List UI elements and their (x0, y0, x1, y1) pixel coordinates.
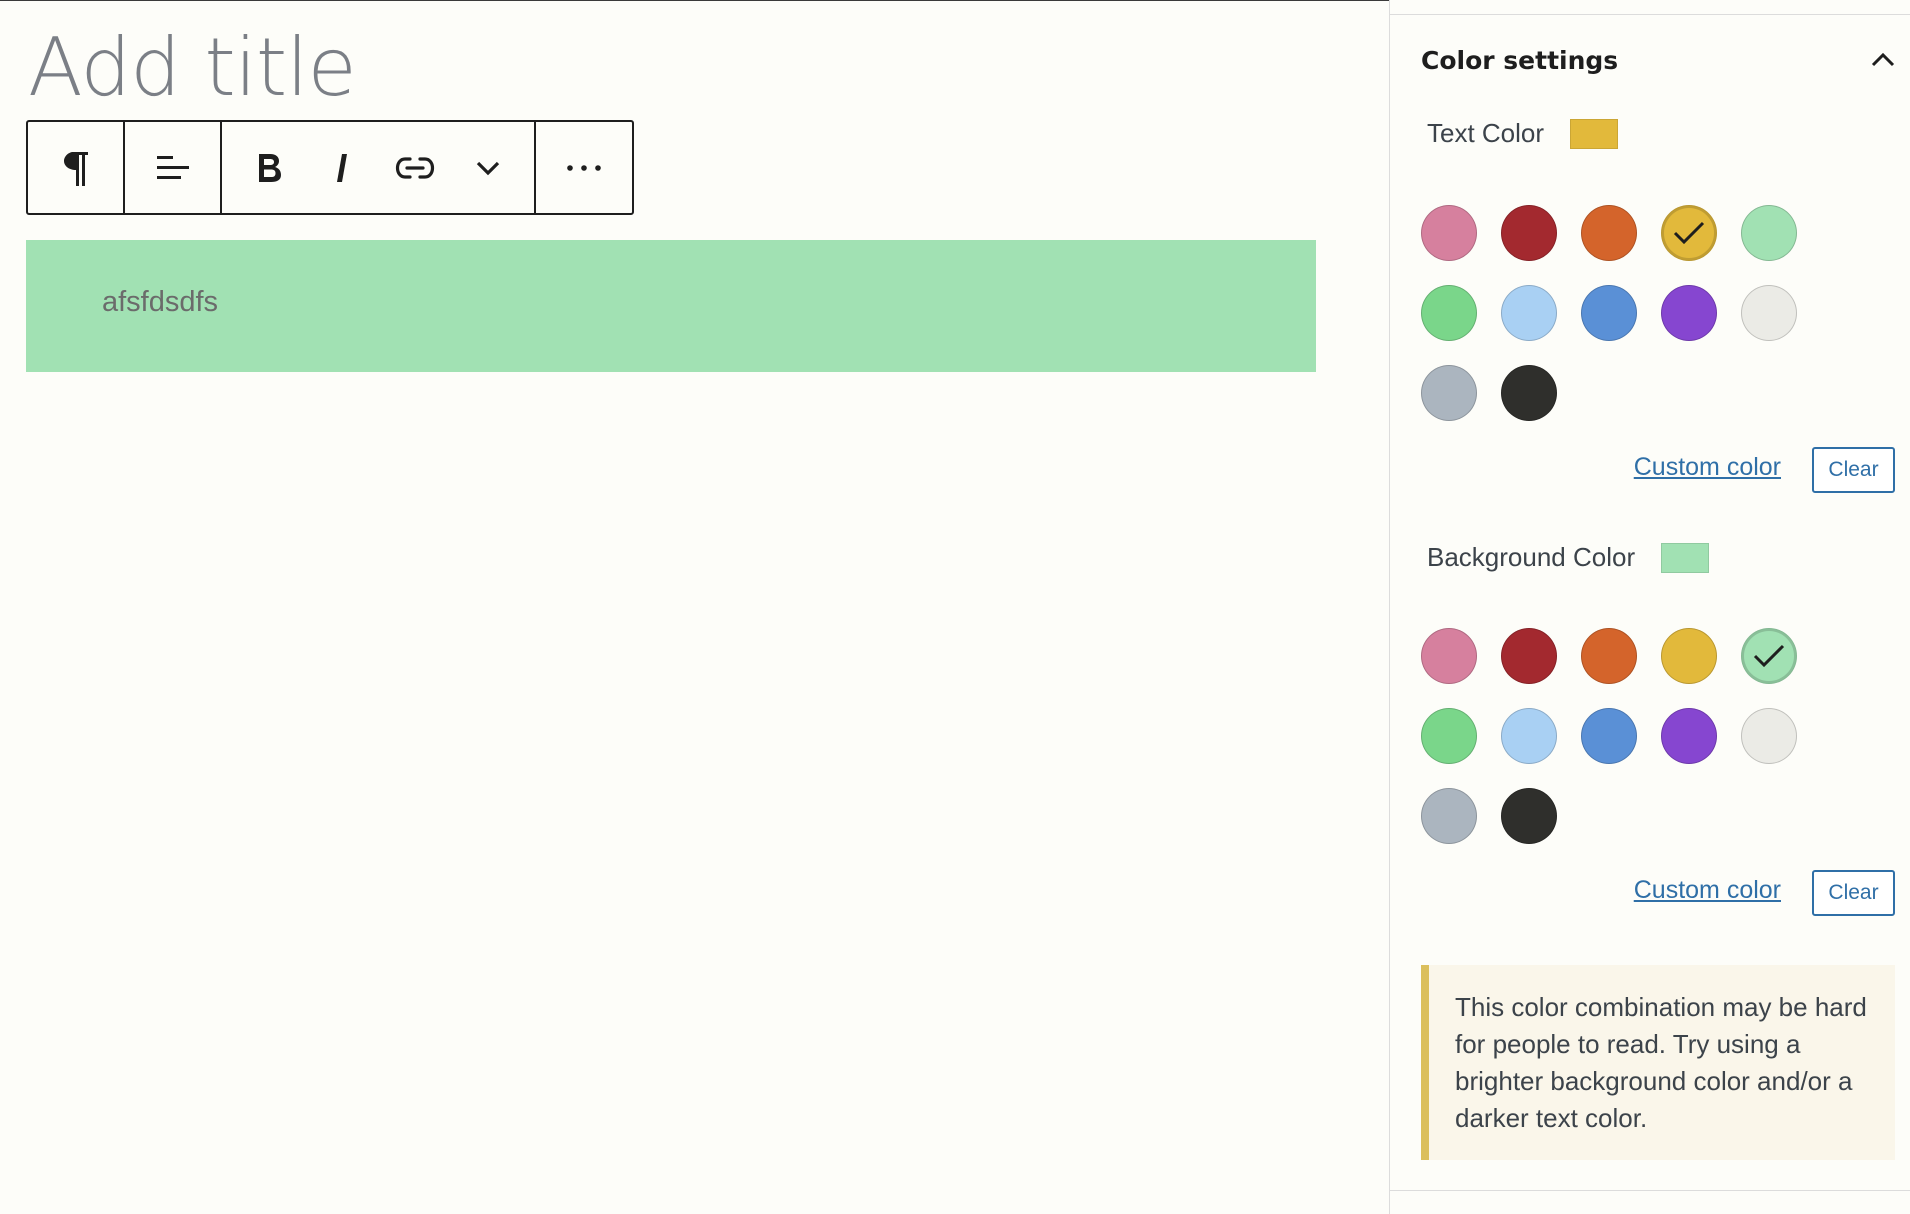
text-color-actions: Custom color Clear (1390, 447, 1910, 495)
pilcrow-icon (63, 151, 88, 186)
block-type-group (28, 122, 126, 213)
bold-button[interactable] (232, 122, 305, 213)
text-color-swatch[interactable] (1421, 365, 1477, 421)
paragraph-text[interactable]: afsfdsdfs (102, 286, 218, 319)
color-settings-title[interactable]: Color settings (1421, 46, 1618, 75)
settings-sidebar: Color settings Text Color Custom color C… (1389, 0, 1910, 1214)
text-color-swatch[interactable] (1421, 285, 1477, 341)
background-color-swatch[interactable] (1661, 708, 1717, 764)
align-group (125, 122, 223, 213)
ellipsis-icon (567, 164, 601, 171)
bold-icon (258, 153, 281, 182)
background-color-indicator (1661, 542, 1710, 573)
background-color-swatch[interactable] (1421, 708, 1477, 764)
text-color-swatch[interactable] (1501, 365, 1557, 421)
more-formats-button[interactable] (451, 122, 524, 213)
more-options-button[interactable] (547, 122, 620, 213)
text-clear-button[interactable]: Clear (1812, 447, 1895, 493)
options-group (536, 122, 632, 213)
background-color-label-row: Background Color (1427, 542, 1710, 573)
text-color-swatch[interactable] (1741, 285, 1797, 341)
paragraph-block[interactable]: afsfdsdfs (26, 240, 1316, 372)
link-icon (395, 156, 434, 179)
background-custom-color-link[interactable]: Custom color (1634, 876, 1781, 905)
background-color-swatch[interactable] (1741, 628, 1797, 684)
panel-divider-bottom (1390, 1190, 1910, 1191)
align-left-icon (156, 155, 189, 179)
text-color-swatch[interactable] (1501, 285, 1557, 341)
background-color-swatch[interactable] (1741, 708, 1797, 764)
background-color-swatch[interactable] (1661, 628, 1717, 684)
text-color-swatch[interactable] (1421, 205, 1477, 261)
text-color-swatch[interactable] (1501, 205, 1557, 261)
background-color-swatch[interactable] (1421, 628, 1477, 684)
paragraph-block-button[interactable] (39, 122, 112, 213)
checkmark-icon (1673, 221, 1705, 245)
link-button[interactable] (378, 122, 451, 213)
text-color-label-row: Text Color (1427, 118, 1619, 149)
text-color-swatch[interactable] (1581, 285, 1637, 341)
post-title-input[interactable]: Add title (28, 18, 357, 118)
chevron-down-icon (476, 161, 499, 175)
italic-button[interactable] (305, 122, 378, 213)
background-color-swatch[interactable] (1581, 708, 1637, 764)
text-color-label: Text Color (1427, 118, 1545, 148)
background-clear-button[interactable]: Clear (1812, 870, 1895, 916)
format-group (222, 122, 536, 213)
background-color-swatch[interactable] (1501, 788, 1557, 844)
panel-divider (1390, 14, 1910, 15)
italic-icon (336, 153, 347, 182)
checkmark-icon (1753, 644, 1785, 668)
background-color-swatch[interactable] (1421, 788, 1477, 844)
panel-collapse-button[interactable] (1868, 45, 1898, 75)
text-color-swatch[interactable] (1581, 205, 1637, 261)
background-color-swatch[interactable] (1501, 628, 1557, 684)
contrast-warning-notice: This color combination may be hard for p… (1421, 965, 1895, 1160)
chevron-up-icon (1871, 52, 1895, 67)
background-color-actions: Custom color Clear (1390, 870, 1910, 918)
contrast-warning-text: This color combination may be hard for p… (1455, 992, 1867, 1133)
editor-canvas: Add title afsfdsdfs (0, 0, 1389, 1214)
text-custom-color-link[interactable]: Custom color (1634, 453, 1781, 482)
text-color-swatch[interactable] (1741, 205, 1797, 261)
align-button[interactable] (136, 122, 209, 213)
background-color-label: Background Color (1427, 542, 1636, 572)
background-color-swatch[interactable] (1501, 708, 1557, 764)
text-color-swatch[interactable] (1661, 285, 1717, 341)
text-color-swatch[interactable] (1661, 205, 1717, 261)
block-toolbar (26, 120, 634, 215)
text-color-indicator (1570, 118, 1619, 149)
background-color-swatch[interactable] (1581, 628, 1637, 684)
